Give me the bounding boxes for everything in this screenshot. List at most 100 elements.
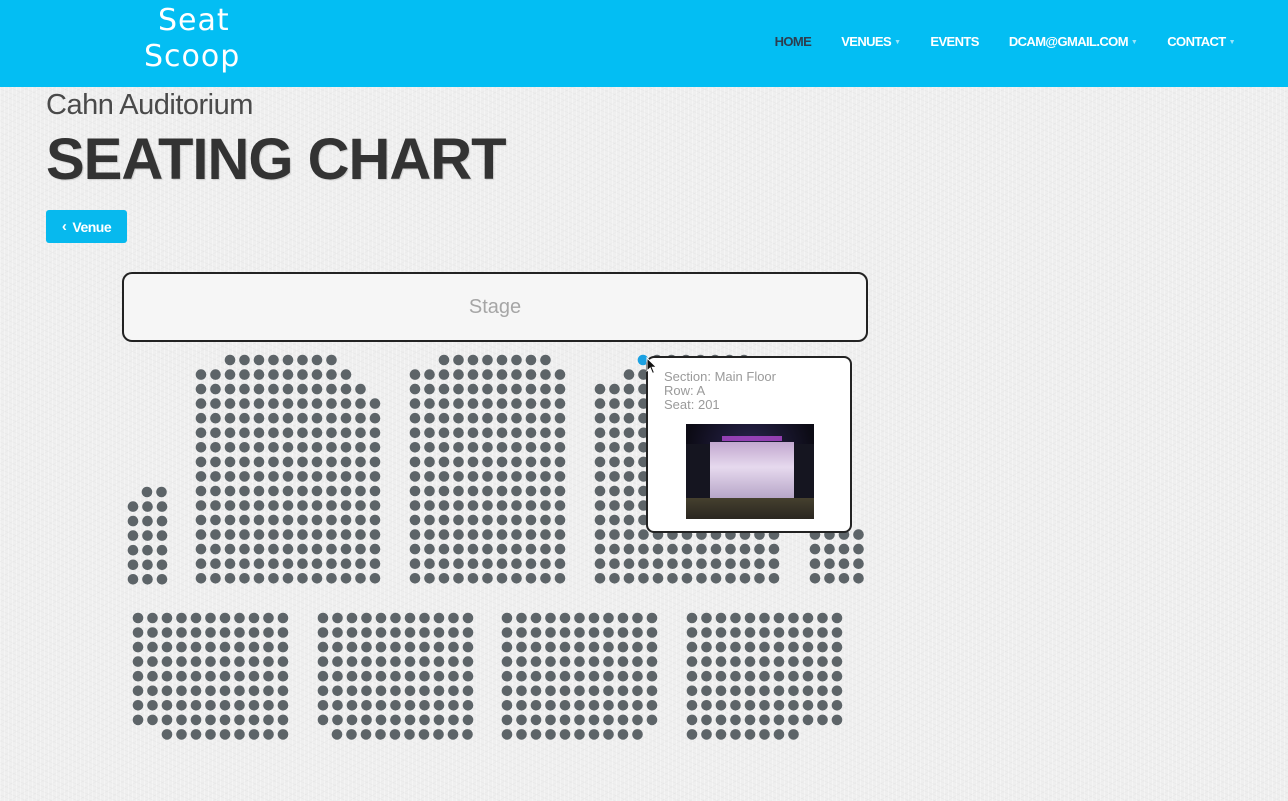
seat[interactable] (617, 714, 629, 726)
seat[interactable] (361, 612, 372, 624)
seat[interactable] (248, 627, 260, 638)
seat[interactable] (462, 641, 474, 653)
seat[interactable] (501, 627, 513, 638)
seat[interactable] (603, 656, 614, 667)
seat[interactable] (433, 656, 445, 667)
seat[interactable] (147, 641, 158, 653)
seat[interactable] (686, 670, 698, 682)
seat[interactable] (346, 685, 358, 697)
seat[interactable] (831, 700, 843, 711)
seat[interactable] (730, 670, 741, 682)
seat[interactable] (540, 383, 551, 395)
seat[interactable] (332, 627, 343, 638)
seat[interactable] (802, 641, 814, 653)
seat[interactable] (788, 656, 799, 667)
seat[interactable] (623, 573, 635, 584)
seat[interactable] (574, 641, 585, 653)
seat[interactable] (574, 627, 585, 638)
seat[interactable] (482, 412, 493, 424)
seat[interactable] (234, 685, 245, 697)
seat[interactable] (346, 627, 358, 638)
seat[interactable] (817, 685, 828, 697)
seat[interactable] (554, 543, 566, 555)
seat[interactable] (419, 612, 430, 624)
seat[interactable] (646, 700, 658, 711)
seat[interactable] (623, 383, 635, 395)
seat[interactable] (574, 729, 585, 740)
seat[interactable] (817, 627, 828, 638)
seat[interactable] (147, 685, 158, 697)
seat[interactable] (594, 471, 606, 482)
seat[interactable] (340, 398, 352, 409)
seat[interactable] (317, 670, 329, 682)
seat[interactable] (282, 485, 294, 497)
seat[interactable] (525, 456, 537, 468)
seat[interactable] (311, 514, 323, 526)
seat[interactable] (332, 685, 343, 697)
seat[interactable] (161, 700, 173, 711)
seat[interactable] (730, 641, 741, 653)
seat[interactable] (715, 670, 727, 682)
seat[interactable] (525, 369, 537, 380)
seat[interactable] (609, 485, 620, 497)
seat[interactable] (224, 500, 236, 511)
seat[interactable] (525, 354, 537, 366)
seat[interactable] (501, 612, 513, 624)
seat[interactable] (588, 627, 600, 638)
seat[interactable] (496, 514, 508, 526)
seat[interactable] (326, 543, 337, 555)
seat[interactable] (623, 398, 635, 409)
seat[interactable] (540, 369, 551, 380)
seat[interactable] (638, 529, 649, 540)
seat[interactable] (311, 529, 323, 540)
seat[interactable] (438, 442, 450, 453)
seat[interactable] (340, 543, 352, 555)
nav-venues[interactable]: VENUES ▼ (826, 33, 915, 52)
seat[interactable] (574, 685, 585, 697)
seat[interactable] (375, 714, 387, 726)
seat[interactable] (409, 558, 421, 569)
seat[interactable] (588, 729, 600, 740)
seat[interactable] (297, 500, 308, 511)
seat[interactable] (248, 700, 260, 711)
seat[interactable] (311, 471, 323, 482)
seat[interactable] (176, 641, 187, 653)
seat[interactable] (311, 383, 323, 395)
seat[interactable] (268, 471, 279, 482)
seat[interactable] (632, 641, 643, 653)
seat[interactable] (759, 714, 770, 726)
seat[interactable] (224, 398, 236, 409)
seat[interactable] (195, 514, 207, 526)
seat[interactable] (253, 558, 265, 569)
seat[interactable] (496, 383, 508, 395)
seat[interactable] (501, 656, 513, 667)
seat[interactable] (147, 700, 158, 711)
seat[interactable] (127, 574, 139, 585)
seat[interactable] (838, 573, 850, 584)
seat[interactable] (297, 398, 308, 409)
seat[interactable] (773, 685, 785, 697)
seat[interactable] (530, 627, 542, 638)
seat[interactable] (646, 612, 658, 624)
seat[interactable] (462, 670, 474, 682)
seat[interactable] (224, 456, 236, 468)
seat[interactable] (268, 369, 279, 380)
seat[interactable] (701, 612, 712, 624)
seat[interactable] (253, 354, 265, 366)
seat[interactable] (453, 442, 464, 453)
seat[interactable] (467, 514, 479, 526)
seat[interactable] (346, 729, 357, 740)
seat[interactable] (768, 573, 780, 584)
seat[interactable] (355, 543, 366, 555)
seat[interactable] (253, 543, 265, 555)
seat[interactable] (176, 685, 187, 697)
seat[interactable] (501, 685, 513, 697)
seat[interactable] (282, 412, 294, 424)
seat[interactable] (156, 501, 168, 512)
seat[interactable] (340, 369, 352, 380)
seat[interactable] (530, 656, 542, 667)
seat[interactable] (574, 714, 585, 726)
seat[interactable] (195, 383, 207, 395)
seat[interactable] (268, 529, 279, 540)
seat[interactable] (588, 685, 600, 697)
